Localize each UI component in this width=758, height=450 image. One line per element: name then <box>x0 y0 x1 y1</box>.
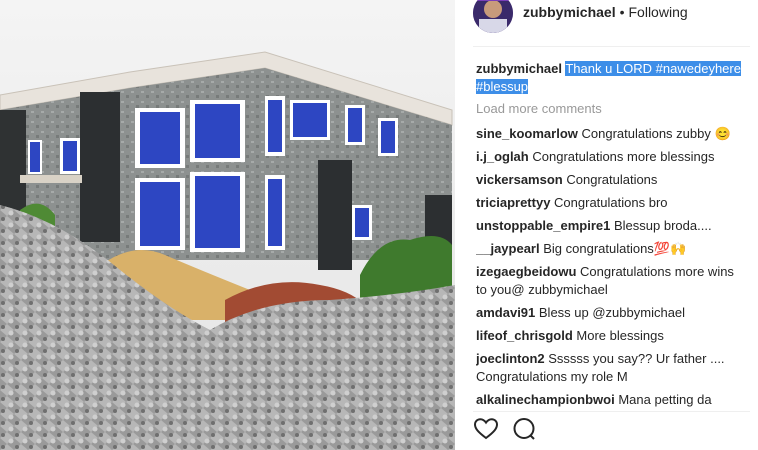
comment-item: unstoppable_empire1 Blessup broda.... <box>476 217 748 235</box>
comment-item: sine_koomarlow Congratulations zubby 😊 <box>476 125 748 143</box>
load-more-comments-button[interactable]: Load more comments <box>476 101 602 116</box>
heart-icon <box>473 417 499 445</box>
follow-status-button[interactable]: Following <box>629 4 688 20</box>
comment-username[interactable]: triciaprettyy <box>476 195 550 210</box>
comment-item: joeclinton2 Ssssss you say?? Ur father .… <box>476 350 748 386</box>
comment-username[interactable]: unstoppable_empire1 <box>476 218 610 233</box>
comment-text: Congratulations bro <box>554 195 668 210</box>
caption-username[interactable]: zubbymichael <box>476 61 562 76</box>
comment-username[interactable]: amdavi91 <box>476 305 535 320</box>
comment-item: i.j_oglah Congratulations more blessings <box>476 148 748 166</box>
comment-username[interactable]: lifeof_chrisgold <box>476 328 573 343</box>
header-text: zubbymichael • Following <box>523 4 688 20</box>
comment-text: Congratulations <box>566 172 658 187</box>
comments-list: sine_koomarlow Congratulations zubby 😊 i… <box>476 125 748 408</box>
house-photo-image <box>0 0 455 450</box>
post-sidebar: zubbymichael • Following zubbymichael Than… <box>455 0 758 450</box>
comment-item: izegaegbeidowu Congratulations more wins… <box>476 263 748 299</box>
comment-username[interactable]: joeclinton2 <box>476 351 545 366</box>
comment-item: amdavi91 Bless up @zubbymichael <box>476 304 748 322</box>
header-divider <box>473 46 750 47</box>
comment-text: Congratulations more blessings <box>532 149 715 164</box>
comment-text: Bless up @zubbymichael <box>538 305 686 320</box>
comment-username[interactable]: i.j_oglah <box>476 149 529 164</box>
avatar[interactable] <box>473 0 513 33</box>
avatar-image <box>473 0 513 33</box>
comment-icon <box>512 417 536 446</box>
post-caption: zubbymichael Thank u LORD #nawedeyhere #… <box>476 60 746 96</box>
comment-item: vickersamson Congratulations <box>476 171 748 189</box>
comment-username[interactable]: izegaegbeidowu <box>476 264 576 279</box>
comment-item: lifeof_chrisgold More blessings <box>476 327 748 345</box>
comment-username[interactable]: sine_koomarlow <box>476 126 578 141</box>
comment-text: Mana petting da <box>618 392 712 407</box>
like-button[interactable] <box>473 417 499 445</box>
comment-text: More blessings <box>576 328 664 343</box>
comment-item: alkalinechampionbwoi Mana petting da <box>476 391 748 408</box>
actions-divider <box>473 411 750 412</box>
comment-username[interactable]: vickersamson <box>476 172 563 187</box>
header-separator: • <box>619 4 625 20</box>
comment-text: Congratulations zubby 😊 <box>581 126 731 141</box>
post-actions <box>473 417 537 446</box>
post-photo <box>0 0 455 450</box>
comment-item: triciaprettyy Congratulations bro <box>476 194 748 212</box>
comment-button[interactable] <box>511 417 537 446</box>
comment-item: __jaypearl Big congratulations💯🙌 <box>476 240 748 258</box>
post-username[interactable]: zubbymichael <box>523 4 616 20</box>
comment-text: Blessup broda.... <box>614 218 712 233</box>
post-header: zubbymichael • Following <box>473 0 753 44</box>
comment-username[interactable]: alkalinechampionbwoi <box>476 392 615 407</box>
comment-text: Big congratulations💯🙌 <box>543 241 687 256</box>
comment-username[interactable]: __jaypearl <box>476 241 540 256</box>
